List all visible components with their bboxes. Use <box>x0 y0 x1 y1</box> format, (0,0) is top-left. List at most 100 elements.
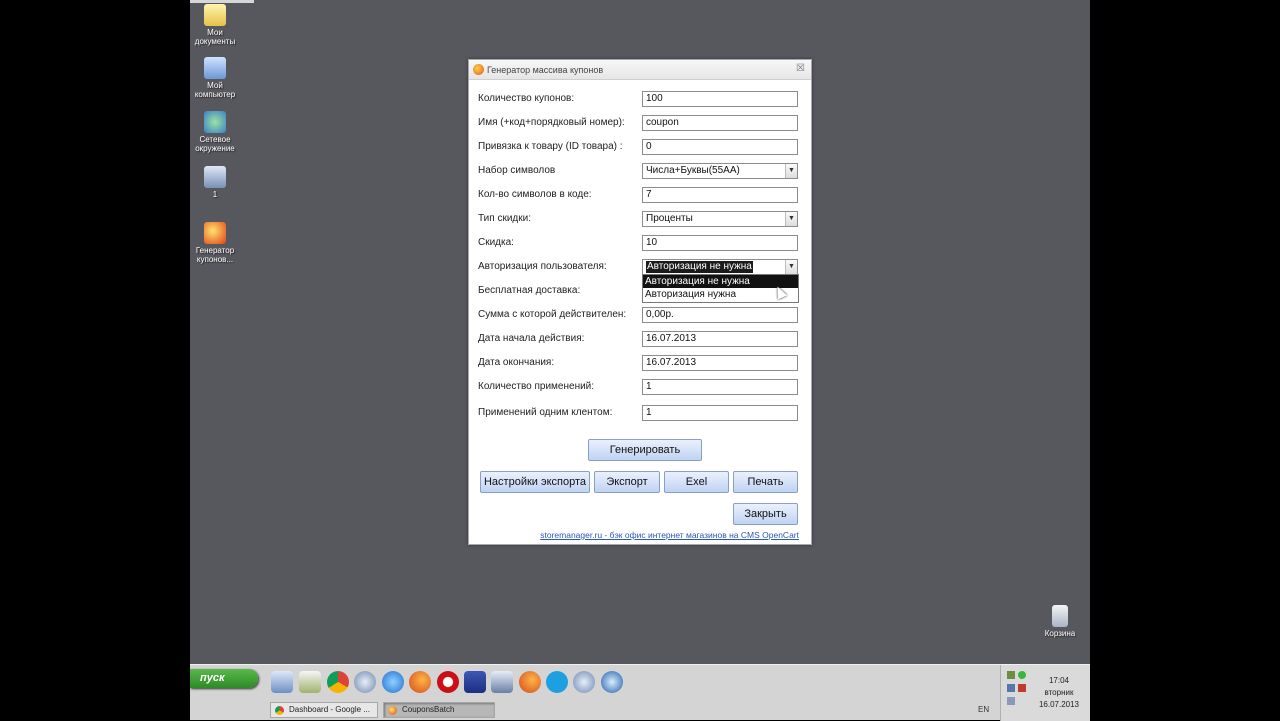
coupon-generator-icon <box>388 706 397 715</box>
taskbar-task-dashboard[interactable]: Dashboard - Google ... <box>270 702 378 718</box>
dropdown-option[interactable]: Авторизация не нужна <box>643 275 798 288</box>
show-desktop-icon[interactable] <box>271 671 293 693</box>
task-label: CouponsBatch <box>402 705 455 714</box>
tray-status-icon[interactable] <box>1018 671 1026 679</box>
field-row-uses: Количество применений: 1 <box>478 379 798 395</box>
media-icon[interactable] <box>573 671 595 693</box>
tray-security-icon[interactable] <box>1018 684 1026 692</box>
field-label: Привязка к товару (ID товара) : <box>478 141 623 152</box>
field-label: Дата начала действия: <box>478 333 585 344</box>
clock-day: вторник <box>1044 688 1074 697</box>
media-icon[interactable] <box>354 671 376 693</box>
desktop-icon-my-computer[interactable]: Мой компьютер <box>187 57 243 99</box>
chevron-down-icon[interactable]: ▼ <box>785 260 797 274</box>
tray-app-icon[interactable] <box>1007 671 1015 679</box>
save-icon[interactable] <box>464 671 486 693</box>
dialog-title: Генератор массива купонов <box>487 65 604 75</box>
desktop-icon-1[interactable]: 1 <box>187 166 243 199</box>
field-label: Дата окончания: <box>478 357 555 368</box>
desktop-icon-my-documents[interactable]: Мои документы <box>187 4 243 46</box>
network-computer-icon <box>204 166 226 188</box>
field-label: Авторизация пользователя: <box>478 261 607 272</box>
close-button[interactable]: Закрыть <box>733 503 798 525</box>
uses-input[interactable]: 1 <box>642 379 798 395</box>
clock[interactable]: 17:04 вторник 16.07.2013 <box>1031 675 1087 711</box>
firefox-icon[interactable] <box>519 671 541 693</box>
field-row-product-id: Привязка к товару (ID товара) : 0 <box>478 139 798 155</box>
field-label: Набор символов <box>478 165 556 176</box>
discount-type-select[interactable]: Проценты ▼ <box>642 211 798 227</box>
field-label: Количество применений: <box>478 381 595 392</box>
field-row-end-date: Дата окончания: 16.07.2013 <box>478 355 798 371</box>
product-id-input[interactable]: 0 <box>642 139 798 155</box>
field-label: Применений одним клентом: <box>478 407 613 418</box>
coupon-count-input[interactable]: 100 <box>642 91 798 107</box>
network-icon <box>204 111 226 133</box>
chrome-icon <box>275 706 284 715</box>
desktop-icon-recycle-bin[interactable]: Корзина <box>1032 605 1088 638</box>
tray-volume-icon[interactable] <box>1007 697 1015 705</box>
field-row-code-length: Кол-во символов в коде: 7 <box>478 187 798 203</box>
code-length-input[interactable]: 7 <box>642 187 798 203</box>
task-label: Dashboard - Google ... <box>289 705 370 714</box>
taskbar: пуск Dashboard - Google ... CouponsBatch… <box>190 664 1090 721</box>
skype-icon[interactable] <box>546 671 568 693</box>
generate-button[interactable]: Генерировать <box>588 439 702 461</box>
select-value: Авторизация не нужна <box>646 261 753 273</box>
thunderbird-icon[interactable] <box>601 671 623 693</box>
start-button[interactable]: пуск <box>190 669 258 688</box>
chevron-down-icon[interactable]: ▼ <box>785 212 797 226</box>
excel-button[interactable]: Exel <box>664 471 729 493</box>
start-date-input[interactable]: 16.07.2013 <box>642 331 798 347</box>
field-row-min-amount: Сумма с которой действителен: 0,00р. <box>478 307 798 323</box>
firefox-icon[interactable] <box>409 671 431 693</box>
field-label: Бесплатная доставка: <box>478 285 581 296</box>
coupon-generator-icon <box>204 222 226 244</box>
taskbar-task-couponsbatch[interactable]: CouponsBatch <box>383 702 495 718</box>
export-settings-button[interactable]: Настройки экспорта <box>480 471 590 493</box>
network-icon[interactable] <box>491 671 513 693</box>
field-row-authorization: Авторизация пользователя: Авторизация не… <box>478 259 798 275</box>
field-row-start-date: Дата начала действия: 16.07.2013 <box>478 331 798 347</box>
folder-documents-icon <box>204 4 226 26</box>
language-indicator[interactable]: EN <box>978 705 989 714</box>
dialog-titlebar[interactable]: Генератор массива купонов ☒ <box>469 60 811 80</box>
uses-per-client-input[interactable]: 1 <box>642 405 798 421</box>
chevron-down-icon[interactable]: ▼ <box>785 164 797 178</box>
select-value: Проценты <box>646 213 693 224</box>
field-row-discount-type: Тип скидки: Проценты ▼ <box>478 211 798 227</box>
field-label: Количество купонов: <box>478 93 575 104</box>
field-label: Тип скидки: <box>478 213 531 224</box>
authorization-select[interactable]: Авторизация не нужна ▼ <box>642 259 798 275</box>
tray-network-icon[interactable] <box>1007 684 1015 692</box>
field-row-discount: Скидка: 10 <box>478 235 798 251</box>
coupon-generator-dialog: Генератор массива купонов ☒ Количество к… <box>468 59 812 545</box>
discount-input[interactable]: 10 <box>642 235 798 251</box>
clock-date: 16.07.2013 <box>1038 700 1080 709</box>
desktop-topbar <box>190 0 254 3</box>
field-row-uses-per-client: Применений одним клентом: 1 <box>478 405 798 421</box>
export-button[interactable]: Экспорт <box>594 471 660 493</box>
field-label: Имя (+код+порядковый номер): <box>478 117 625 128</box>
coupon-name-input[interactable]: coupon <box>642 115 798 131</box>
field-row-name: Имя (+код+порядковый номер): coupon <box>478 115 798 131</box>
field-row-charset: Набор символов Числа+Буквы(55AA) ▼ <box>478 163 798 179</box>
print-button[interactable]: Печать <box>733 471 798 493</box>
field-label: Сумма с которой действителен: <box>478 309 627 320</box>
field-row-coupon-count: Количество купонов: 100 <box>478 91 798 107</box>
close-icon[interactable]: ☒ <box>796 63 805 74</box>
clock-time: 17:04 <box>1048 676 1070 685</box>
chrome-icon[interactable] <box>327 671 349 693</box>
desktop-icon-coupon-generator[interactable]: Генератор купонов... <box>187 222 243 264</box>
select-value: Числа+Буквы(55AA) <box>646 165 740 176</box>
footer-link[interactable]: storemanager.ru - бэк офис интернет мага… <box>540 530 799 540</box>
opera-icon[interactable] <box>437 671 459 693</box>
desktop-icon-network[interactable]: Сетевое окружение <box>187 111 243 153</box>
field-label: Скидка: <box>478 237 514 248</box>
notepad-icon[interactable] <box>299 671 321 693</box>
min-amount-input[interactable]: 0,00р. <box>642 307 798 323</box>
charset-select[interactable]: Числа+Буквы(55AA) ▼ <box>642 163 798 179</box>
system-tray: 17:04 вторник 16.07.2013 <box>1000 665 1090 721</box>
end-date-input[interactable]: 16.07.2013 <box>642 355 798 371</box>
ie-icon[interactable] <box>382 671 404 693</box>
